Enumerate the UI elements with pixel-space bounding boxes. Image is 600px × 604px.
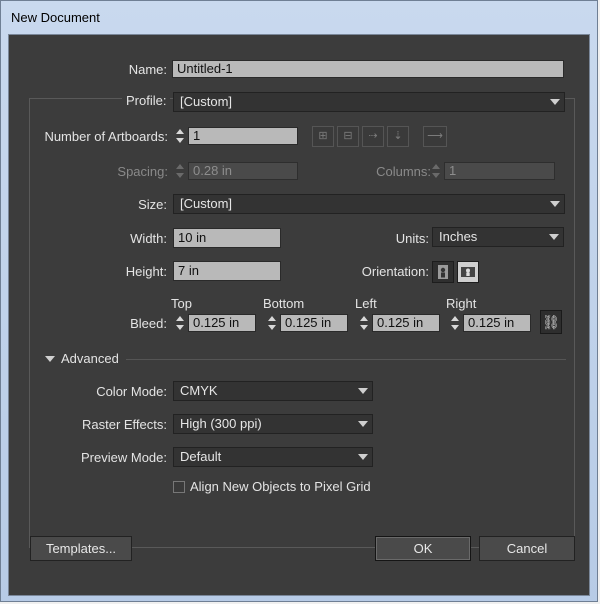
bleed-left-stepper[interactable] [357,314,371,332]
profile-label: Profile: [122,93,171,108]
bleed-right-input[interactable]: 0.125 in [463,314,531,332]
size-dropdown[interactable]: [Custom] [173,194,565,214]
units-label: Units: [395,231,429,246]
width-input[interactable]: 10 in [173,228,281,248]
spacing-label: Spacing: [117,164,168,179]
bleed-top-input[interactable]: 0.125 in [188,314,256,332]
advanced-label[interactable]: Advanced [61,351,119,366]
chevron-down-icon [550,99,560,105]
bleed-left-label: Left [355,296,377,311]
bleed-top-stepper[interactable] [173,314,187,332]
profile-value: [Custom] [180,94,233,109]
columns-label: Columns: [376,164,431,179]
bleed-top-label: Top [171,296,192,311]
width-label: Width: [130,231,167,246]
change-layout-icon[interactable]: ⟶ [423,126,447,147]
size-label: Size: [138,197,167,212]
landscape-icon [461,267,475,277]
cancel-button[interactable]: Cancel [479,536,575,561]
templates-button[interactable]: Templates... [30,536,132,561]
align-pixel-grid-label[interactable]: Align New Objects to Pixel Grid [190,479,371,494]
size-value: [Custom] [180,196,233,211]
chevron-down-icon [358,454,368,460]
bleed-right-label: Right [446,296,477,311]
chevron-down-icon [549,234,559,240]
preview-mode-dropdown[interactable]: Default [173,447,373,467]
arrange-by-row-icon[interactable]: ⇢ [362,126,384,147]
artboards-input[interactable]: 1 [188,127,298,145]
dialog-body: Name: Untitled-1 Profile: [Custom] Numbe… [8,34,590,596]
preview-mode-label: Preview Mode: [81,450,167,465]
preview-mode-value: Default [180,449,222,464]
orientation-label: Orientation: [361,264,429,279]
units-dropdown[interactable]: Inches [432,227,564,247]
name-label: Name: [128,62,167,77]
grid-by-row-icon[interactable]: ⊞ [312,126,334,147]
link-bleed-icon[interactable]: ⛓ [540,310,562,334]
color-mode-value: CMYK [180,383,218,398]
name-input[interactable]: Untitled-1 [172,60,564,78]
bleed-bottom-label: Bottom [263,296,305,311]
landscape-orientation-button[interactable] [457,261,479,283]
chevron-down-icon [550,201,560,207]
arrange-by-column-icon[interactable]: ⇣ [387,126,409,147]
raster-effects-label: Raster Effects: [81,417,167,432]
artboards-stepper[interactable] [173,127,187,145]
title-bar[interactable]: New Document [1,1,597,35]
dialog-window: New Document Name: Untitled-1 Profile: [… [0,0,598,602]
columns-stepper[interactable] [429,162,443,180]
bleed-bottom-stepper[interactable] [265,314,279,332]
bleed-right-stepper[interactable] [448,314,462,332]
bleed-bottom-input[interactable]: 0.125 in [280,314,348,332]
spacing-input[interactable]: 0.28 in [188,162,298,180]
color-mode-label: Color Mode: [96,384,167,399]
bleed-left-input[interactable]: 0.125 in [372,314,440,332]
chevron-down-icon [358,388,368,394]
spacing-stepper[interactable] [173,162,187,180]
align-pixel-grid-checkbox[interactable] [173,481,185,493]
advanced-divider [126,359,566,360]
artboards-label: Number of Artboards: [44,129,168,144]
color-mode-dropdown[interactable]: CMYK [173,381,373,401]
window-title: New Document [11,10,100,25]
profile-dropdown[interactable]: [Custom] [173,92,565,112]
chevron-down-icon [358,421,368,427]
bleed-label: Bleed: [130,316,167,331]
ok-button[interactable]: OK [375,536,471,561]
raster-effects-value: High (300 ppi) [180,416,262,431]
portrait-orientation-button[interactable] [432,261,454,283]
units-value: Inches [439,229,478,244]
collapse-triangle-icon[interactable] [45,356,55,362]
grid-by-column-icon[interactable]: ⊟ [337,126,359,147]
columns-input[interactable]: 1 [444,162,555,180]
height-input[interactable]: 7 in [173,261,281,281]
portrait-icon [438,265,448,279]
height-label: Height: [125,264,167,279]
raster-effects-dropdown[interactable]: High (300 ppi) [173,414,373,434]
